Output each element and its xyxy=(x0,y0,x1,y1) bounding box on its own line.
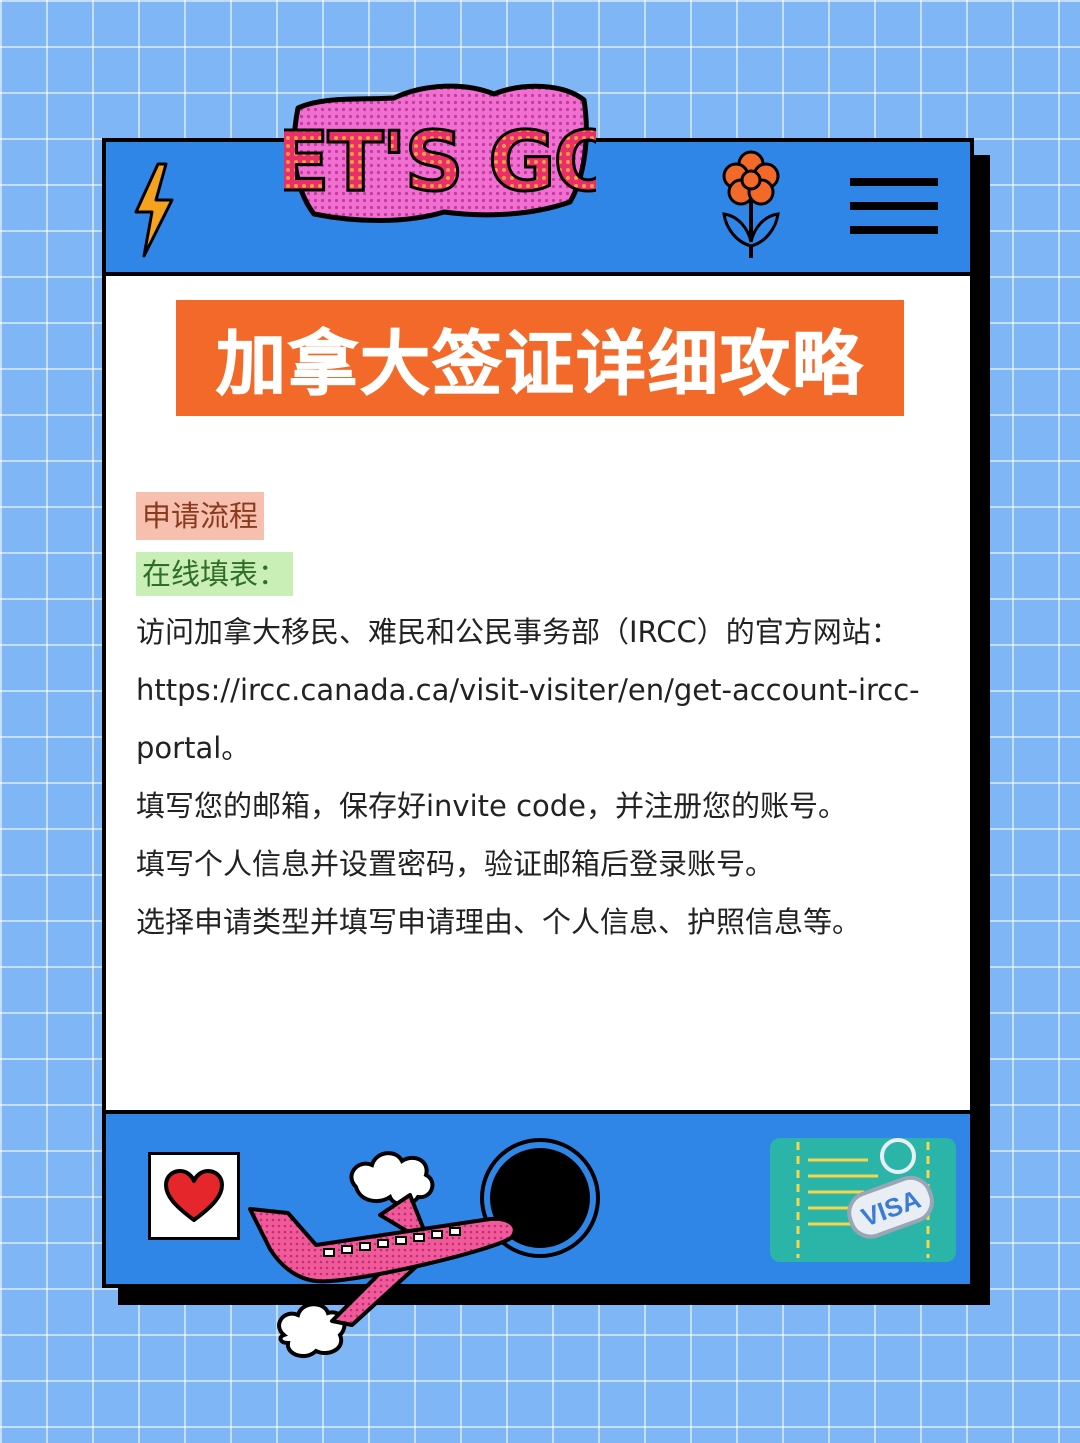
content-area: 申请流程 在线填表： 访问加拿大移民、难民和公民事务部（IRCC）的官方网站：h… xyxy=(136,487,936,951)
subsection-label: 在线填表： xyxy=(136,552,294,596)
section-label: 申请流程 xyxy=(136,492,265,540)
lightning-icon xyxy=(134,162,174,258)
paragraph: 选择申请类型并填写申请理由、个人信息、护照信息等。 xyxy=(136,905,862,939)
heart-box xyxy=(148,1152,240,1240)
airplane-icon xyxy=(248,1151,517,1359)
paragraph: 填写个人信息并设置密码，验证邮箱后登录账号。 xyxy=(136,847,775,881)
flower-icon xyxy=(722,150,780,258)
sticker-text: LET'S GO! xyxy=(284,115,596,210)
page-title: 加拿大签证详细攻略 xyxy=(216,322,864,405)
visa-card-icon: VISA xyxy=(770,1138,956,1262)
paragraph: 填写您的邮箱，保存好invite code，并注册您的账号。 xyxy=(136,789,848,823)
lets-go-sticker: LET'S GO! xyxy=(284,83,596,223)
info-card: 加拿大签证详细攻略 申请流程 在线填表： 访问加拿大移民、难民和公民事务部（IR… xyxy=(102,138,974,1288)
menu-icon[interactable] xyxy=(850,178,938,250)
title-banner: 加拿大签证详细攻略 xyxy=(176,300,904,416)
heart-icon xyxy=(164,1169,224,1222)
paragraph: 访问加拿大移民、难民和公民事务部（IRCC）的官方网站：https://ircc… xyxy=(136,615,920,765)
